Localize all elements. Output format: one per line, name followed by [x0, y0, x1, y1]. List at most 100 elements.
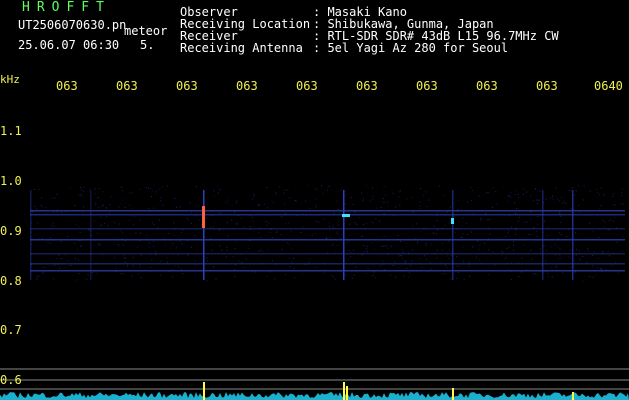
noise-dot [586, 262, 588, 264]
noise-dot [423, 194, 425, 196]
noise-dot [517, 194, 519, 195]
noise-dot [100, 216, 102, 218]
noise-dot [289, 266, 291, 268]
noise-dot [61, 212, 63, 214]
noise-dot [517, 220, 519, 222]
noise-dot [592, 265, 594, 267]
noise-dot [601, 268, 603, 270]
noise-dot [79, 231, 81, 233]
noise-dot [36, 208, 38, 210]
noise-dot [465, 223, 467, 225]
noise-dot [97, 232, 99, 234]
noise-dot [551, 266, 553, 268]
noise-dot [610, 219, 612, 220]
noise-dot [392, 265, 394, 266]
noise-dot [362, 200, 364, 201]
noise-dot [86, 279, 88, 281]
noise-dot [530, 218, 532, 220]
noise-dot [235, 223, 237, 225]
noise-dot [514, 202, 516, 204]
noise-dot [132, 265, 134, 267]
x-tick: 063 [296, 79, 318, 93]
noise-dot [309, 258, 311, 260]
noise-dot [158, 188, 160, 190]
noise-dot [544, 220, 546, 222]
x-tick: 0640 [594, 79, 623, 93]
noise-dot [380, 265, 382, 267]
noise-dot [392, 192, 394, 194]
noise-dot [123, 257, 125, 259]
noise-dot [485, 213, 487, 214]
noise-dot [593, 251, 595, 253]
noise-dot [411, 260, 413, 262]
noise-dot [234, 248, 236, 250]
noise-dot [539, 191, 541, 192]
noise-dot [602, 219, 604, 221]
noise-dot [589, 190, 591, 192]
noise-dot [569, 249, 571, 251]
noise-dot [412, 225, 414, 227]
noise-dot [215, 278, 217, 280]
noise-dot [275, 232, 277, 233]
noise-dot [405, 260, 407, 262]
y-tick: 1.0 [0, 174, 22, 188]
noise-dot [129, 205, 131, 206]
noise-dot [365, 185, 367, 187]
noise-dot [316, 206, 318, 208]
noise-dot [133, 224, 135, 226]
noise-dot [362, 235, 364, 237]
noise-dot [594, 275, 596, 277]
noise-dot [415, 223, 417, 225]
noise-dot [285, 274, 287, 275]
noise-dot [279, 186, 281, 188]
noise-dot [602, 250, 604, 252]
noise-dot [468, 261, 470, 263]
noise-dot [518, 276, 520, 277]
noise-dot [163, 237, 165, 239]
noise-dot [529, 233, 531, 235]
noise-dot [80, 189, 82, 191]
noise-dot [441, 272, 443, 274]
noise-dot [612, 195, 614, 197]
noise-dot [94, 188, 96, 190]
noise-dot [225, 201, 227, 203]
noise-dot [123, 273, 125, 275]
noise-dot [131, 192, 133, 194]
noise-dot [480, 217, 482, 219]
noise-dot [454, 232, 456, 234]
noise-dot [570, 208, 572, 210]
noise-dot [397, 235, 399, 236]
noise-dot [217, 185, 219, 187]
noise-dot [537, 216, 539, 218]
noise-dot [74, 258, 76, 260]
noise-dot [286, 242, 288, 244]
noise-dot [363, 224, 365, 225]
noise-dot [533, 241, 535, 243]
noise-dot [461, 225, 463, 227]
noise-dot [118, 245, 120, 247]
noise-dot [243, 266, 245, 268]
noise-dot [505, 257, 507, 259]
noise-dot [435, 233, 437, 235]
noise-dot [53, 225, 55, 227]
noise-dot [220, 212, 222, 214]
noise-dot [568, 190, 570, 191]
noise-dot [219, 245, 221, 247]
noise-dot [382, 260, 384, 262]
noise-dot [74, 243, 76, 245]
noise-dot [354, 221, 356, 223]
spectrum-peak [346, 386, 348, 400]
noise-dot [255, 271, 256, 273]
noise-dot [366, 246, 368, 247]
noise-dot [166, 261, 168, 263]
noise-dot [383, 235, 385, 237]
noise-dot [421, 231, 422, 233]
noise-dot [38, 276, 40, 278]
noise-dot [390, 246, 392, 248]
noise-dot [383, 201, 385, 203]
noise-dot [599, 208, 601, 210]
noise-dot [370, 242, 372, 244]
noise-dot [285, 223, 287, 225]
noise-dot [568, 256, 570, 258]
noise-dot [535, 273, 537, 275]
